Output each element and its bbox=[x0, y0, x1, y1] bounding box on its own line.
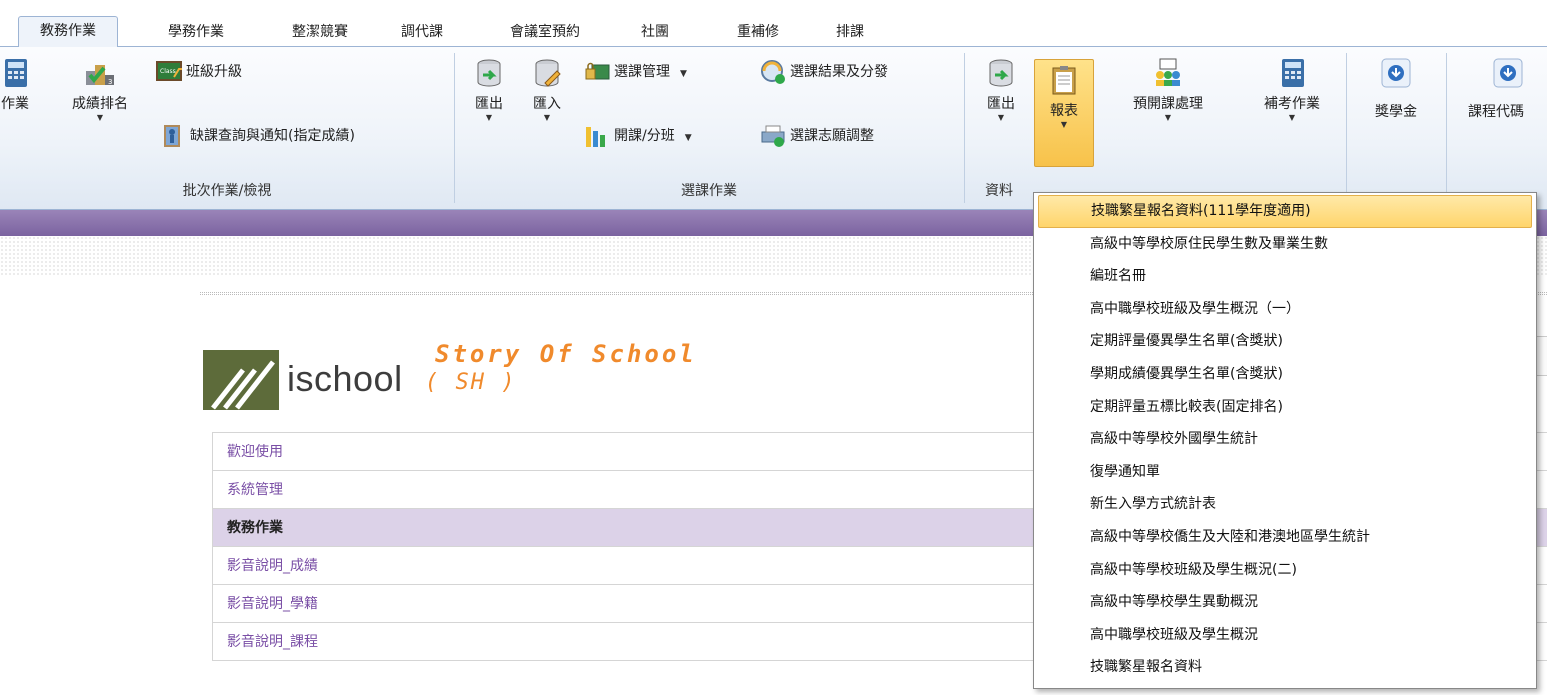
preference-adjust-button[interactable]: 選課志願調整 bbox=[760, 121, 874, 151]
course-export-label: 匯出 bbox=[475, 96, 503, 112]
group-separator bbox=[1446, 53, 1447, 203]
chevron-down-icon: ▼ bbox=[680, 69, 687, 79]
selection-result-button[interactable]: 選課結果及分發 bbox=[760, 57, 888, 87]
data-export-button[interactable]: 匯出 ▼ bbox=[976, 57, 1026, 123]
ribbon-tab-bar: 教務作業 學務作業 整潔競賽 調代課 會議室預約 社團 重補修 排課 bbox=[0, 0, 1547, 47]
report-menu-item[interactable]: 復學通知單 bbox=[1038, 456, 1532, 489]
tab-substitute[interactable]: 調代課 bbox=[382, 18, 462, 46]
chevron-down-icon: ▼ bbox=[997, 113, 1005, 122]
batch-group-label: 批次作業/檢視 bbox=[182, 183, 272, 199]
rank-button[interactable]: 3 成績排名 ▼ bbox=[58, 57, 142, 123]
report-menu-item[interactable]: 技職繁星報名資料(111學年度適用) bbox=[1038, 195, 1532, 228]
course-manage-button[interactable]: 選課管理 ▼ bbox=[584, 57, 687, 87]
tab-room-booking[interactable]: 會議室預約 bbox=[490, 18, 600, 46]
report-button[interactable]: 報表 ▼ bbox=[1034, 59, 1094, 167]
report-menu-item[interactable]: 高級中等學校班級及學生概況(二) bbox=[1038, 554, 1532, 587]
logo-mark-icon bbox=[203, 350, 279, 410]
calculator-icon bbox=[5, 59, 27, 87]
download-circle-icon bbox=[1381, 58, 1411, 88]
course-group-label: 選課作業 bbox=[681, 183, 737, 199]
brand-name: ischool bbox=[287, 358, 403, 399]
report-menu-item[interactable]: 高級中等學校外國學生統計 bbox=[1038, 423, 1532, 456]
database-export-icon bbox=[477, 59, 501, 87]
rank-label: 成績排名 bbox=[72, 96, 128, 112]
classroom-board-icon: Class bbox=[156, 61, 182, 81]
report-menu-item[interactable]: 高中職學校班級及學生概況 bbox=[1038, 619, 1532, 652]
absence-query-button[interactable]: 缺課查詢與通知(指定成績) bbox=[160, 121, 355, 151]
makeup-exam-button[interactable]: 補考作業 ▼ bbox=[1240, 57, 1344, 123]
open-class-button[interactable]: 開課/分班 ▼ bbox=[584, 121, 692, 151]
report-menu-item[interactable]: 高級中等學校學生異動概況 bbox=[1038, 586, 1532, 619]
tab-club[interactable]: 社團 bbox=[630, 18, 680, 46]
svg-text:3: 3 bbox=[108, 78, 112, 86]
data-export-label: 匯出 bbox=[987, 96, 1015, 112]
database-import-icon bbox=[535, 59, 561, 87]
chevron-down-icon: ▼ bbox=[684, 133, 692, 143]
chevron-down-icon: ▼ bbox=[1288, 113, 1296, 122]
printer-icon bbox=[761, 125, 785, 147]
course-import-label: 匯入 bbox=[533, 96, 561, 112]
calculator-icon bbox=[1282, 59, 1304, 87]
globe-sync-icon bbox=[761, 60, 785, 84]
chevron-down-icon: ▼ bbox=[1164, 113, 1172, 122]
chevron-down-icon: ▼ bbox=[1060, 120, 1068, 129]
preference-adjust-label: 選課志願調整 bbox=[790, 128, 874, 144]
selection-result-label: 選課結果及分發 bbox=[790, 64, 888, 80]
brand-sub: ( SH ) bbox=[425, 370, 517, 395]
chevron-down-icon: ▼ bbox=[543, 113, 551, 122]
report-menu-item[interactable]: 定期評量優異學生名單(含獎狀) bbox=[1038, 325, 1532, 358]
bar-chart-icon bbox=[586, 127, 605, 147]
course-code-button[interactable]: 課程代碼 bbox=[1458, 57, 1547, 121]
report-menu-item[interactable]: 技職繁星報名資料 bbox=[1038, 651, 1532, 684]
door-person-icon bbox=[164, 125, 180, 147]
ischool-logo: ischool Story Of School ( SH ) bbox=[203, 340, 823, 420]
scholarship-label: 獎學金 bbox=[1375, 104, 1417, 120]
report-menu-item[interactable]: 高級中等學校僑生及大陸和港澳地區學生統計 bbox=[1038, 521, 1532, 554]
people-board-icon bbox=[1156, 58, 1180, 86]
lock-screen-icon bbox=[585, 62, 610, 80]
promote-label: 班級升級 bbox=[186, 64, 242, 80]
podium-icon: 3 bbox=[86, 65, 114, 86]
chevron-down-icon: ▼ bbox=[96, 113, 104, 122]
group-separator bbox=[1346, 53, 1347, 203]
pre-open-button[interactable]: 預開課處理 ▼ bbox=[1108, 57, 1228, 123]
database-export-icon bbox=[989, 59, 1013, 87]
tab-academic[interactable]: 教務作業 bbox=[18, 16, 118, 47]
report-dropdown-menu: 技職繁星報名資料(111學年度適用) 高級中等學校原住民學生數及畢業生數 編班名… bbox=[1033, 192, 1537, 689]
brand-tagline: Story Of School bbox=[435, 340, 697, 368]
tab-cleanliness[interactable]: 整潔競賽 bbox=[270, 18, 370, 46]
chevron-down-icon: ▼ bbox=[485, 113, 493, 122]
course-manage-label: 選課管理 bbox=[614, 64, 670, 80]
report-menu-item[interactable]: 編班名冊 bbox=[1038, 260, 1532, 293]
report-menu-item[interactable]: 新生入學方式統計表 bbox=[1038, 488, 1532, 521]
course-export-button[interactable]: 匯出 ▼ bbox=[464, 57, 514, 123]
tab-remedial[interactable]: 重補修 bbox=[718, 18, 798, 46]
report-menu-item[interactable]: 定期評量五標比較表(固定排名) bbox=[1038, 391, 1532, 424]
download-circle-icon bbox=[1493, 58, 1523, 88]
ribbon-panel: 作業 3 成績排名 ▼ Class 班級升級 缺課查詢與通知(指定成績) 批次作業… bbox=[0, 46, 1547, 210]
data-group-label: 資料 bbox=[985, 183, 1013, 199]
tab-student-affairs[interactable]: 學務作業 bbox=[146, 18, 246, 46]
partial-button[interactable]: 作業 bbox=[0, 57, 44, 113]
scholarship-button[interactable]: 獎學金 bbox=[1356, 57, 1436, 121]
report-menu-item[interactable]: 高級中等學校原住民學生數及畢業生數 bbox=[1038, 228, 1532, 261]
tab-scheduling[interactable]: 排課 bbox=[822, 18, 878, 46]
absence-query-label: 缺課查詢與通知(指定成績) bbox=[190, 128, 355, 144]
makeup-exam-label: 補考作業 bbox=[1264, 96, 1320, 112]
clipboard-report-icon bbox=[1052, 66, 1076, 95]
pre-open-label: 預開課處理 bbox=[1133, 96, 1203, 112]
course-code-label: 課程代碼 bbox=[1468, 104, 1524, 120]
course-import-button[interactable]: 匯入 ▼ bbox=[522, 57, 572, 123]
svg-text:Class: Class bbox=[160, 68, 176, 75]
promote-button[interactable]: Class 班級升級 bbox=[156, 57, 242, 87]
open-class-label: 開課/分班 bbox=[614, 128, 675, 144]
partial-label: 作業 bbox=[1, 96, 29, 112]
report-menu-item[interactable]: 學期成績優異學生名單(含獎狀) bbox=[1038, 358, 1532, 391]
report-label: 報表 bbox=[1050, 103, 1078, 119]
report-menu-item[interactable]: 高中職學校班級及學生概況（一） bbox=[1038, 293, 1532, 326]
